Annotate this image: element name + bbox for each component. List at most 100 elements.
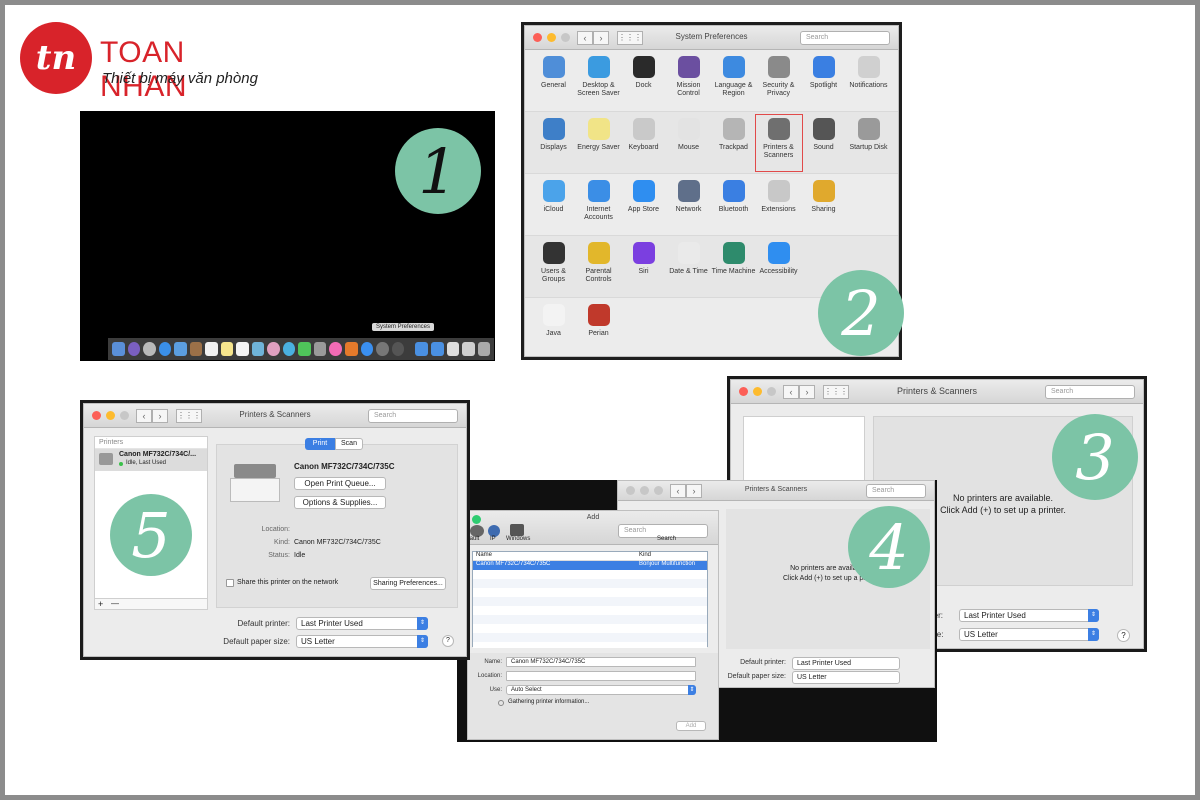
pref-item-clock[interactable]: Date & Time (666, 242, 711, 293)
calendar-icon[interactable] (205, 342, 218, 356)
pref-item-disk[interactable]: Startup Disk (846, 118, 891, 169)
list-item[interactable]: Canon MF732C/734C/... Idle, Last Used (95, 449, 207, 471)
app-store-dock-icon[interactable] (360, 342, 374, 356)
name-field[interactable]: Canon MF732C/734C/735C (506, 657, 696, 667)
folder-icon[interactable] (431, 342, 444, 356)
pref-item-app-store[interactable]: App Store (621, 180, 666, 231)
paper-size-value: US Letter (301, 637, 335, 646)
launchpad-icon[interactable] (143, 342, 156, 356)
pref-item-bluetooth[interactable]: Bluetooth (711, 180, 756, 231)
itunes-icon[interactable] (329, 342, 342, 356)
pref-item-perian[interactable]: Perian (576, 304, 621, 355)
pref-item-house-lock[interactable]: Security & Privacy (756, 56, 801, 107)
default-printer-label: Default printer: (237, 619, 290, 628)
stack-icon[interactable] (462, 342, 475, 356)
pref-item-spotlight[interactable]: Spotlight (801, 56, 846, 107)
windows-tab-icon[interactable] (510, 524, 524, 536)
default-printer-value: Last Printer Used (797, 660, 852, 667)
add-printer-button[interactable]: + (98, 599, 103, 609)
pref-item-label: Startup Disk (849, 144, 888, 151)
pref-item-dock[interactable]: Dock (621, 56, 666, 107)
finder-icon[interactable] (112, 342, 125, 356)
default-printer-select[interactable]: Last Printer Used ⇕ (296, 617, 428, 630)
system-preferences-dock-icon[interactable] (376, 342, 389, 356)
search-field[interactable]: Search (866, 484, 926, 498)
pref-item-bulb[interactable]: Energy Saver (576, 118, 621, 169)
pref-item-display[interactable]: Displays (531, 118, 576, 169)
pref-item-notifications[interactable]: Notifications (846, 56, 891, 107)
siri-icon (632, 242, 655, 264)
ibooks-icon[interactable] (344, 342, 358, 356)
printer-browser-list[interactable]: Name Kind Canon MF732C/734C/735C Bonjour… (472, 551, 708, 648)
users-icon (542, 242, 565, 264)
pref-item-keyboard[interactable]: Keyboard (621, 118, 666, 169)
remove-printer-button[interactable]: — (111, 599, 119, 608)
pref-item-parental[interactable]: Parental Controls (576, 242, 621, 293)
time-machine-dock-icon[interactable] (391, 342, 405, 356)
pref-item-label: Notifications (849, 82, 888, 89)
pref-item-mouse[interactable]: Mouse (666, 118, 711, 169)
open-print-queue-button[interactable]: Open Print Queue... (294, 477, 386, 490)
pref-item-printer[interactable]: Printers & Scanners (755, 114, 803, 172)
pref-item-sharing[interactable]: Sharing (801, 180, 846, 231)
contacts-icon[interactable] (189, 342, 203, 356)
pref-item-desktop[interactable]: Desktop & Screen Saver (576, 56, 621, 107)
step-1-badge: 1 (395, 128, 481, 214)
search-field[interactable]: Search (368, 409, 458, 423)
pref-item-users[interactable]: Users & Groups (531, 242, 576, 293)
pref-item-speaker[interactable]: Sound (801, 118, 846, 169)
safari-icon[interactable] (158, 342, 172, 356)
pref-item-general[interactable]: General (531, 56, 576, 107)
location-field[interactable] (506, 671, 696, 681)
trash-icon[interactable] (477, 342, 491, 356)
pref-item-cloud[interactable]: iCloud (531, 180, 576, 231)
help-button[interactable]: ? (442, 635, 454, 647)
use-select[interactable]: Auto Select ⇕ (506, 685, 696, 695)
tab-windows-label[interactable]: Windows (506, 536, 530, 542)
notifications-icon (857, 56, 880, 78)
options-supplies-button[interactable]: Options & Supplies... (294, 496, 386, 509)
messages-icon[interactable] (282, 342, 296, 356)
mail-icon[interactable] (174, 342, 187, 356)
default-printer-select[interactable]: Last Printer Used (792, 657, 900, 670)
facetime-icon[interactable] (298, 342, 311, 356)
paper-size-select[interactable]: US Letter ⇕ (296, 635, 428, 648)
paper-size-select[interactable]: US Letter (792, 671, 900, 684)
pref-item-mission-control[interactable]: Mission Control (666, 56, 711, 107)
pref-item-time-machine[interactable]: Time Machine (711, 242, 756, 293)
pref-item-trackpad[interactable]: Trackpad (711, 118, 756, 169)
pref-item-puzzle[interactable]: Extensions (756, 180, 801, 231)
default-printer-select[interactable]: Last Printer Used ⇕ (959, 609, 1099, 622)
share-checkbox[interactable] (226, 579, 234, 587)
sharing-preferences-button[interactable]: Sharing Preferences... (370, 577, 446, 590)
reminders-icon[interactable] (236, 342, 249, 356)
column-kind[interactable]: Kind (639, 552, 651, 558)
notes-icon[interactable] (220, 342, 234, 356)
tab-scan[interactable]: Scan (335, 438, 363, 450)
chevron-updown-icon: ⇕ (1088, 609, 1099, 622)
tab-print[interactable]: Print (305, 438, 335, 450)
pref-item-accessibility[interactable]: Accessibility (756, 242, 801, 293)
add-button[interactable]: Add (676, 721, 706, 731)
pref-item-globe-flag[interactable]: Language & Region (711, 56, 756, 107)
siri-icon[interactable] (127, 342, 141, 356)
pref-item-at[interactable]: Internet Accounts (576, 180, 621, 231)
help-button[interactable]: ? (1117, 629, 1130, 642)
photos-icon[interactable] (267, 342, 280, 356)
column-name[interactable]: Name (476, 552, 492, 558)
pref-item-network[interactable]: Network (666, 180, 711, 231)
photo-booth-icon[interactable] (313, 342, 327, 356)
pref-item-java[interactable]: Java (531, 304, 576, 355)
document-icon[interactable] (446, 342, 460, 356)
paper-size-select[interactable]: US Letter ⇕ (959, 628, 1099, 641)
keyboard-icon (632, 118, 655, 140)
search-field[interactable]: Search (1045, 385, 1135, 399)
printer-settings-area: Name: Canon MF732C/734C/735C Location: U… (468, 653, 718, 739)
tab-ip-label[interactable]: IP (490, 536, 496, 542)
pref-item-siri[interactable]: Siri (621, 242, 666, 293)
status-value: Idle (294, 552, 306, 559)
table-row[interactable]: Canon MF732C/734C/735C Bonjour Multifunc… (473, 561, 707, 570)
downloads-icon[interactable] (415, 342, 428, 356)
search-field[interactable]: Search (800, 31, 890, 45)
maps-icon[interactable] (251, 342, 265, 356)
